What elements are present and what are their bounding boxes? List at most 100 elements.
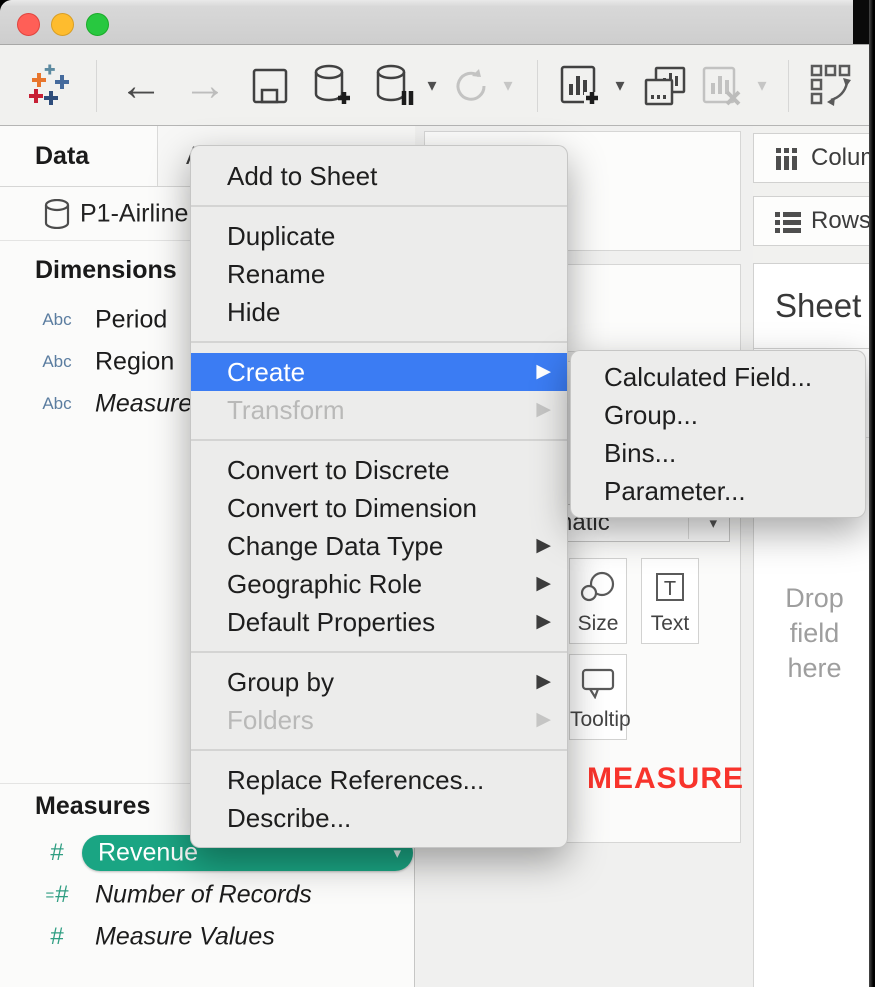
menu-item-label: Change Data Type	[227, 531, 443, 561]
submenu-item-bins[interactable]: Bins...	[571, 434, 865, 472]
text-button[interactable]: T Text	[641, 558, 699, 644]
size-button-label: Size	[570, 612, 626, 636]
columns-icon	[775, 148, 799, 170]
menu-item-create[interactable]: Create ▶	[191, 353, 567, 391]
measures-list: #Revenue▾=#Number of Records#Measure Val…	[0, 832, 414, 958]
measure-field-measure-values[interactable]: #Measure Values	[0, 916, 414, 958]
new-worksheet-icon	[558, 64, 602, 108]
menu-item-label: Convert to Dimension	[227, 493, 477, 523]
tooltip-button[interactable]: Tooltip	[569, 654, 627, 740]
tableau-logo-crosses	[29, 64, 69, 105]
menu-separator	[191, 439, 567, 441]
refresh-caret[interactable]: ▾	[496, 45, 520, 126]
back-button[interactable]: ←	[116, 45, 166, 126]
database-icon	[44, 199, 70, 229]
drop-field-hint: Dropfieldhere	[754, 581, 875, 686]
toolbar-separator	[788, 60, 789, 112]
menu-item-group-by[interactable]: Group by ▶	[191, 663, 567, 701]
new-worksheet-button[interactable]	[556, 45, 604, 126]
minimize-button[interactable]	[51, 13, 74, 36]
menu-item-convert-to-discrete[interactable]: Convert to Discrete	[191, 451, 567, 489]
menu-item-label: Group by	[227, 667, 334, 697]
data-source-name: P1-Airline	[80, 199, 188, 228]
svg-text:T: T	[664, 578, 676, 600]
dropdown-caret-icon: ▾	[615, 75, 624, 96]
submenu-item-label: Parameter...	[604, 476, 746, 506]
submenu-arrow-icon: ▶	[536, 701, 551, 739]
back-icon: ←	[119, 64, 163, 108]
menu-item-duplicate[interactable]: Duplicate	[191, 217, 567, 255]
menu-item-default-properties[interactable]: Default Properties▶	[191, 603, 567, 641]
menu-item-label: Add to Sheet	[227, 161, 377, 191]
forward-button[interactable]: →	[180, 45, 230, 126]
menu-item-label: Geographic Role	[227, 569, 422, 599]
pause-auto-updates-button[interactable]	[372, 45, 418, 126]
save-button[interactable]	[248, 45, 292, 126]
measure-field-number-of-records[interactable]: =#Number of Records	[0, 874, 414, 916]
menu-item-label: Hide	[227, 297, 280, 327]
toolbar-separator	[96, 60, 97, 112]
dropdown-caret-icon: ▾	[757, 75, 766, 96]
hash-icon: =#	[34, 881, 80, 909]
clear-sheet-caret[interactable]: ▾	[750, 45, 774, 126]
swap-rows-columns-icon	[809, 63, 857, 109]
hash-icon: #	[34, 839, 80, 867]
size-button[interactable]: Size	[569, 558, 627, 644]
refresh-button[interactable]	[448, 45, 494, 126]
toolbar-separator	[537, 60, 538, 112]
new-data-source-icon	[312, 64, 354, 108]
menu-separator	[191, 749, 567, 751]
drop-hint-line: here	[754, 651, 875, 686]
duplicate-sheet-button[interactable]	[640, 45, 690, 126]
submenu-item-calculated-field[interactable]: Calculated Field...	[571, 358, 865, 396]
clear-sheet-button[interactable]	[696, 45, 746, 126]
worksheet-area: Columns Rows Sheet 1 Dropfieldhere	[753, 126, 875, 987]
toolbar: ← → ▾ ▾ ▾	[0, 45, 875, 126]
menu-item-label: Create	[227, 357, 305, 387]
swap-rows-columns-button[interactable]	[806, 45, 860, 126]
close-button[interactable]	[17, 13, 40, 36]
menu-item-describe[interactable]: Describe...	[191, 799, 567, 837]
columns-shelf[interactable]: Columns	[753, 133, 875, 183]
field-label: Period	[95, 306, 167, 335]
pause-auto-updates-icon	[374, 64, 416, 108]
create-submenu: Calculated Field...Group...Bins... Parame…	[570, 350, 866, 518]
zoom-button[interactable]	[86, 13, 109, 36]
menu-item-label: Transform	[227, 395, 345, 425]
pause-auto-updates-caret[interactable]: ▾	[420, 45, 444, 126]
hash-icon: #	[34, 923, 80, 951]
screen-edge-band	[869, 0, 875, 987]
abc-icon: Abc	[34, 394, 80, 414]
menu-item-change-data-type[interactable]: Change Data Type▶	[191, 527, 567, 565]
sheet-title: Sheet 1	[775, 287, 875, 325]
abc-icon: Abc	[34, 352, 80, 372]
submenu-arrow-icon: ▶	[536, 565, 551, 603]
menu-item-add-to-sheet[interactable]: Add to Sheet	[191, 157, 567, 195]
sheet-title-card[interactable]: Sheet 1	[753, 263, 875, 349]
menu-item-convert-to-dimension[interactable]: Convert to Dimension	[191, 489, 567, 527]
field-label: Revenue	[98, 839, 198, 868]
menu-separator	[191, 651, 567, 653]
drop-hint-line: Drop	[754, 581, 875, 616]
new-worksheet-caret[interactable]: ▾	[608, 45, 632, 126]
duplicate-sheet-icon	[642, 64, 688, 108]
rows-shelf[interactable]: Rows	[753, 196, 875, 246]
menu-item-geographic-role[interactable]: Geographic Role ▶	[191, 565, 567, 603]
submenu-arrow-icon: ▶	[536, 663, 551, 701]
measure-annotation: MEASURE	[587, 762, 744, 796]
submenu-item-parameter[interactable]: Parameter...	[571, 472, 865, 510]
tab-data[interactable]: Data	[35, 126, 89, 186]
menu-item-rename[interactable]: Rename	[191, 255, 567, 293]
equals-icon: =	[45, 887, 54, 904]
submenu-arrow-icon: ▶	[536, 353, 551, 391]
submenu-item-group[interactable]: Group...	[571, 396, 865, 434]
rows-shelf-label: Rows	[811, 207, 871, 235]
save-icon	[251, 67, 289, 105]
menu-item-hide[interactable]: Hide	[191, 293, 567, 331]
submenu-arrow-icon: ▶	[536, 391, 551, 429]
menu-item-replace-references[interactable]: Replace References...	[191, 761, 567, 799]
menu-item-label: Replace References...	[227, 765, 484, 795]
measures-header: Measures	[35, 792, 150, 821]
new-data-source-button[interactable]	[310, 45, 356, 126]
menu-item-transform: Transform ▶	[191, 391, 567, 429]
